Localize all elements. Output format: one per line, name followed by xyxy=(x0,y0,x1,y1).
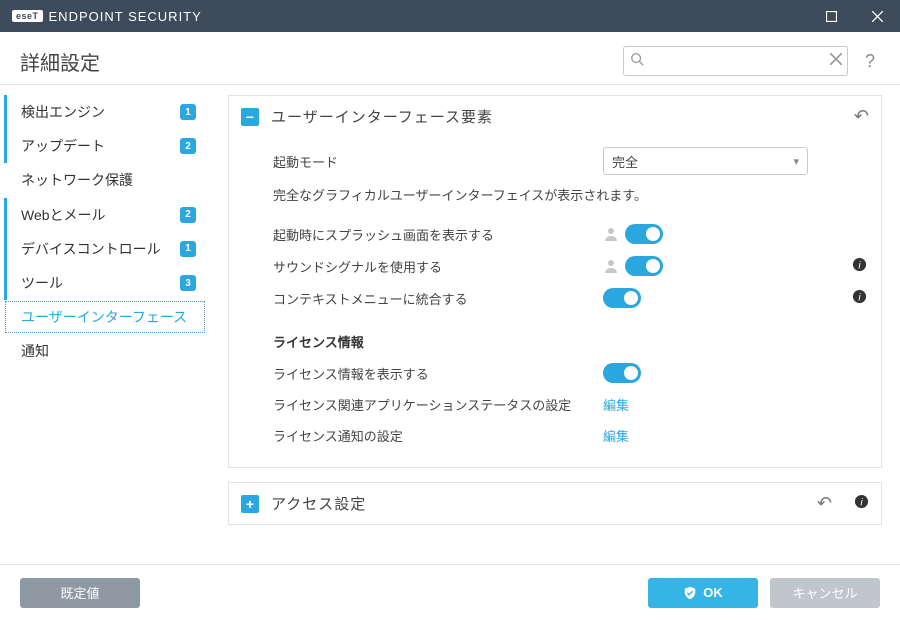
info-icon[interactable]: i xyxy=(852,289,867,307)
sidebar: 検出エンジン 1 アップデート 2 ネットワーク保護 Webとメール 2 デバイ… xyxy=(0,85,210,564)
label-sound: サウンドシグナルを使用する xyxy=(273,257,603,276)
toggle-sound[interactable] xyxy=(625,256,663,276)
close-icon xyxy=(872,11,883,22)
sidebar-badge: 3 xyxy=(180,275,196,291)
toggle-splash[interactable] xyxy=(625,224,663,244)
search-icon xyxy=(630,52,644,71)
label-splash: 起動時にスプラッシュ画面を表示する xyxy=(273,225,603,244)
sidebar-badge: 1 xyxy=(180,104,196,120)
brand-text: ENDPOINT SECURITY xyxy=(49,9,202,24)
sidebar-item-label: デバイスコントロール xyxy=(21,240,172,258)
shield-icon xyxy=(683,586,697,600)
expand-icon[interactable]: + xyxy=(241,495,259,513)
brand-badge: eseT xyxy=(12,10,43,22)
revert-icon[interactable]: ↶ xyxy=(854,106,869,127)
row-license-notice: ライセンス通知の設定 編集 xyxy=(273,420,867,451)
select-startup-mode[interactable]: 完全 ▾ xyxy=(603,147,808,175)
square-icon xyxy=(826,11,837,22)
label-startup-mode: 起動モード xyxy=(273,152,603,171)
sidebar-item-web-mail[interactable]: Webとメール 2 xyxy=(4,198,206,232)
sidebar-item-tools[interactable]: ツール 3 xyxy=(4,266,206,300)
sidebar-item-label: Webとメール xyxy=(21,206,172,224)
sidebar-badge: 2 xyxy=(180,138,196,154)
main-content: − ユーザーインターフェース要素 ↶ 起動モード 完全 ▾ 完全なグラフィカルユ… xyxy=(210,85,900,564)
sidebar-badge: 2 xyxy=(180,207,196,223)
panel-title: アクセス設定 xyxy=(271,493,805,514)
defaults-button[interactable]: 既定値 xyxy=(20,578,140,608)
panel-header-access[interactable]: + アクセス設定 ↶ i xyxy=(229,483,881,524)
panel-ui-elements: − ユーザーインターフェース要素 ↶ 起動モード 完全 ▾ 完全なグラフィカルユ… xyxy=(228,95,882,468)
panel-access-settings: + アクセス設定 ↶ i xyxy=(228,482,882,525)
footer: 既定値 OK キャンセル xyxy=(0,564,900,620)
window-close-button[interactable] xyxy=(854,0,900,32)
edit-link-app-status[interactable]: 編集 xyxy=(603,395,629,414)
user-icon xyxy=(603,258,619,274)
toggle-context[interactable] xyxy=(603,288,641,308)
row-context-menu: コンテキストメニューに統合する i xyxy=(273,282,867,314)
label-context: コンテキストメニューに統合する xyxy=(273,289,603,308)
collapse-icon[interactable]: − xyxy=(241,108,259,126)
sidebar-item-detection-engine[interactable]: 検出エンジン 1 xyxy=(4,95,206,129)
select-value: 完全 xyxy=(612,152,638,171)
search-input-wrap[interactable] xyxy=(623,46,848,76)
label-show-license: ライセンス情報を表示する xyxy=(273,364,603,383)
row-startup-mode: 起動モード 完全 ▾ xyxy=(273,141,867,181)
row-splash-screen: 起動時にスプラッシュ画面を表示する xyxy=(273,218,867,250)
row-license-app-status: ライセンス関連アプリケーションステータスの設定 編集 xyxy=(273,389,867,420)
help-button[interactable]: ? xyxy=(860,51,880,72)
panel-title: ユーザーインターフェース要素 xyxy=(271,106,842,127)
window-maximize-button[interactable] xyxy=(808,0,854,32)
user-icon xyxy=(603,226,619,242)
page-title: 詳細設定 xyxy=(20,47,100,76)
search-input[interactable] xyxy=(646,54,830,69)
clear-search-icon[interactable] xyxy=(830,52,842,70)
sidebar-item-label: ツール xyxy=(21,274,172,292)
label-license-app-status: ライセンス関連アプリケーションステータスの設定 xyxy=(273,395,603,414)
info-icon[interactable]: i xyxy=(852,257,867,275)
ok-button-label: OK xyxy=(703,585,723,600)
cancel-button[interactable]: キャンセル xyxy=(770,578,880,608)
sidebar-item-label: アップデート xyxy=(21,137,172,155)
ok-button[interactable]: OK xyxy=(648,578,758,608)
label-license-notice: ライセンス通知の設定 xyxy=(273,426,603,445)
sidebar-item-network-protection[interactable]: ネットワーク保護 xyxy=(4,163,206,197)
sidebar-item-label: ユーザーインターフェース xyxy=(21,308,196,326)
sidebar-item-label: 通知 xyxy=(21,342,196,360)
sidebar-item-user-interface[interactable]: ユーザーインターフェース xyxy=(4,300,206,334)
startup-mode-description: 完全なグラフィカルユーザーインターフェイスが表示されます。 xyxy=(273,181,867,218)
row-show-license: ライセンス情報を表示する xyxy=(273,357,867,389)
sidebar-item-update[interactable]: アップデート 2 xyxy=(4,129,206,163)
sidebar-item-device-control[interactable]: デバイスコントロール 1 xyxy=(4,232,206,266)
revert-icon[interactable]: ↶ xyxy=(817,493,832,514)
chevron-down-icon: ▾ xyxy=(793,155,799,168)
info-icon[interactable]: i xyxy=(854,494,869,514)
toggle-show-license[interactable] xyxy=(603,363,641,383)
sidebar-badge: 1 xyxy=(180,241,196,257)
page-header: 詳細設定 ? xyxy=(0,32,900,85)
sidebar-item-label: 検出エンジン xyxy=(21,103,172,121)
sidebar-item-notifications[interactable]: 通知 xyxy=(4,334,206,368)
row-sound-signal: サウンドシグナルを使用する i xyxy=(273,250,867,282)
titlebar: eseT ENDPOINT SECURITY xyxy=(0,0,900,32)
panel-header-ui[interactable]: − ユーザーインターフェース要素 ↶ xyxy=(229,96,881,137)
edit-link-notice[interactable]: 編集 xyxy=(603,426,629,445)
sidebar-item-label: ネットワーク保護 xyxy=(21,171,196,189)
subheading-license: ライセンス情報 xyxy=(273,314,867,357)
